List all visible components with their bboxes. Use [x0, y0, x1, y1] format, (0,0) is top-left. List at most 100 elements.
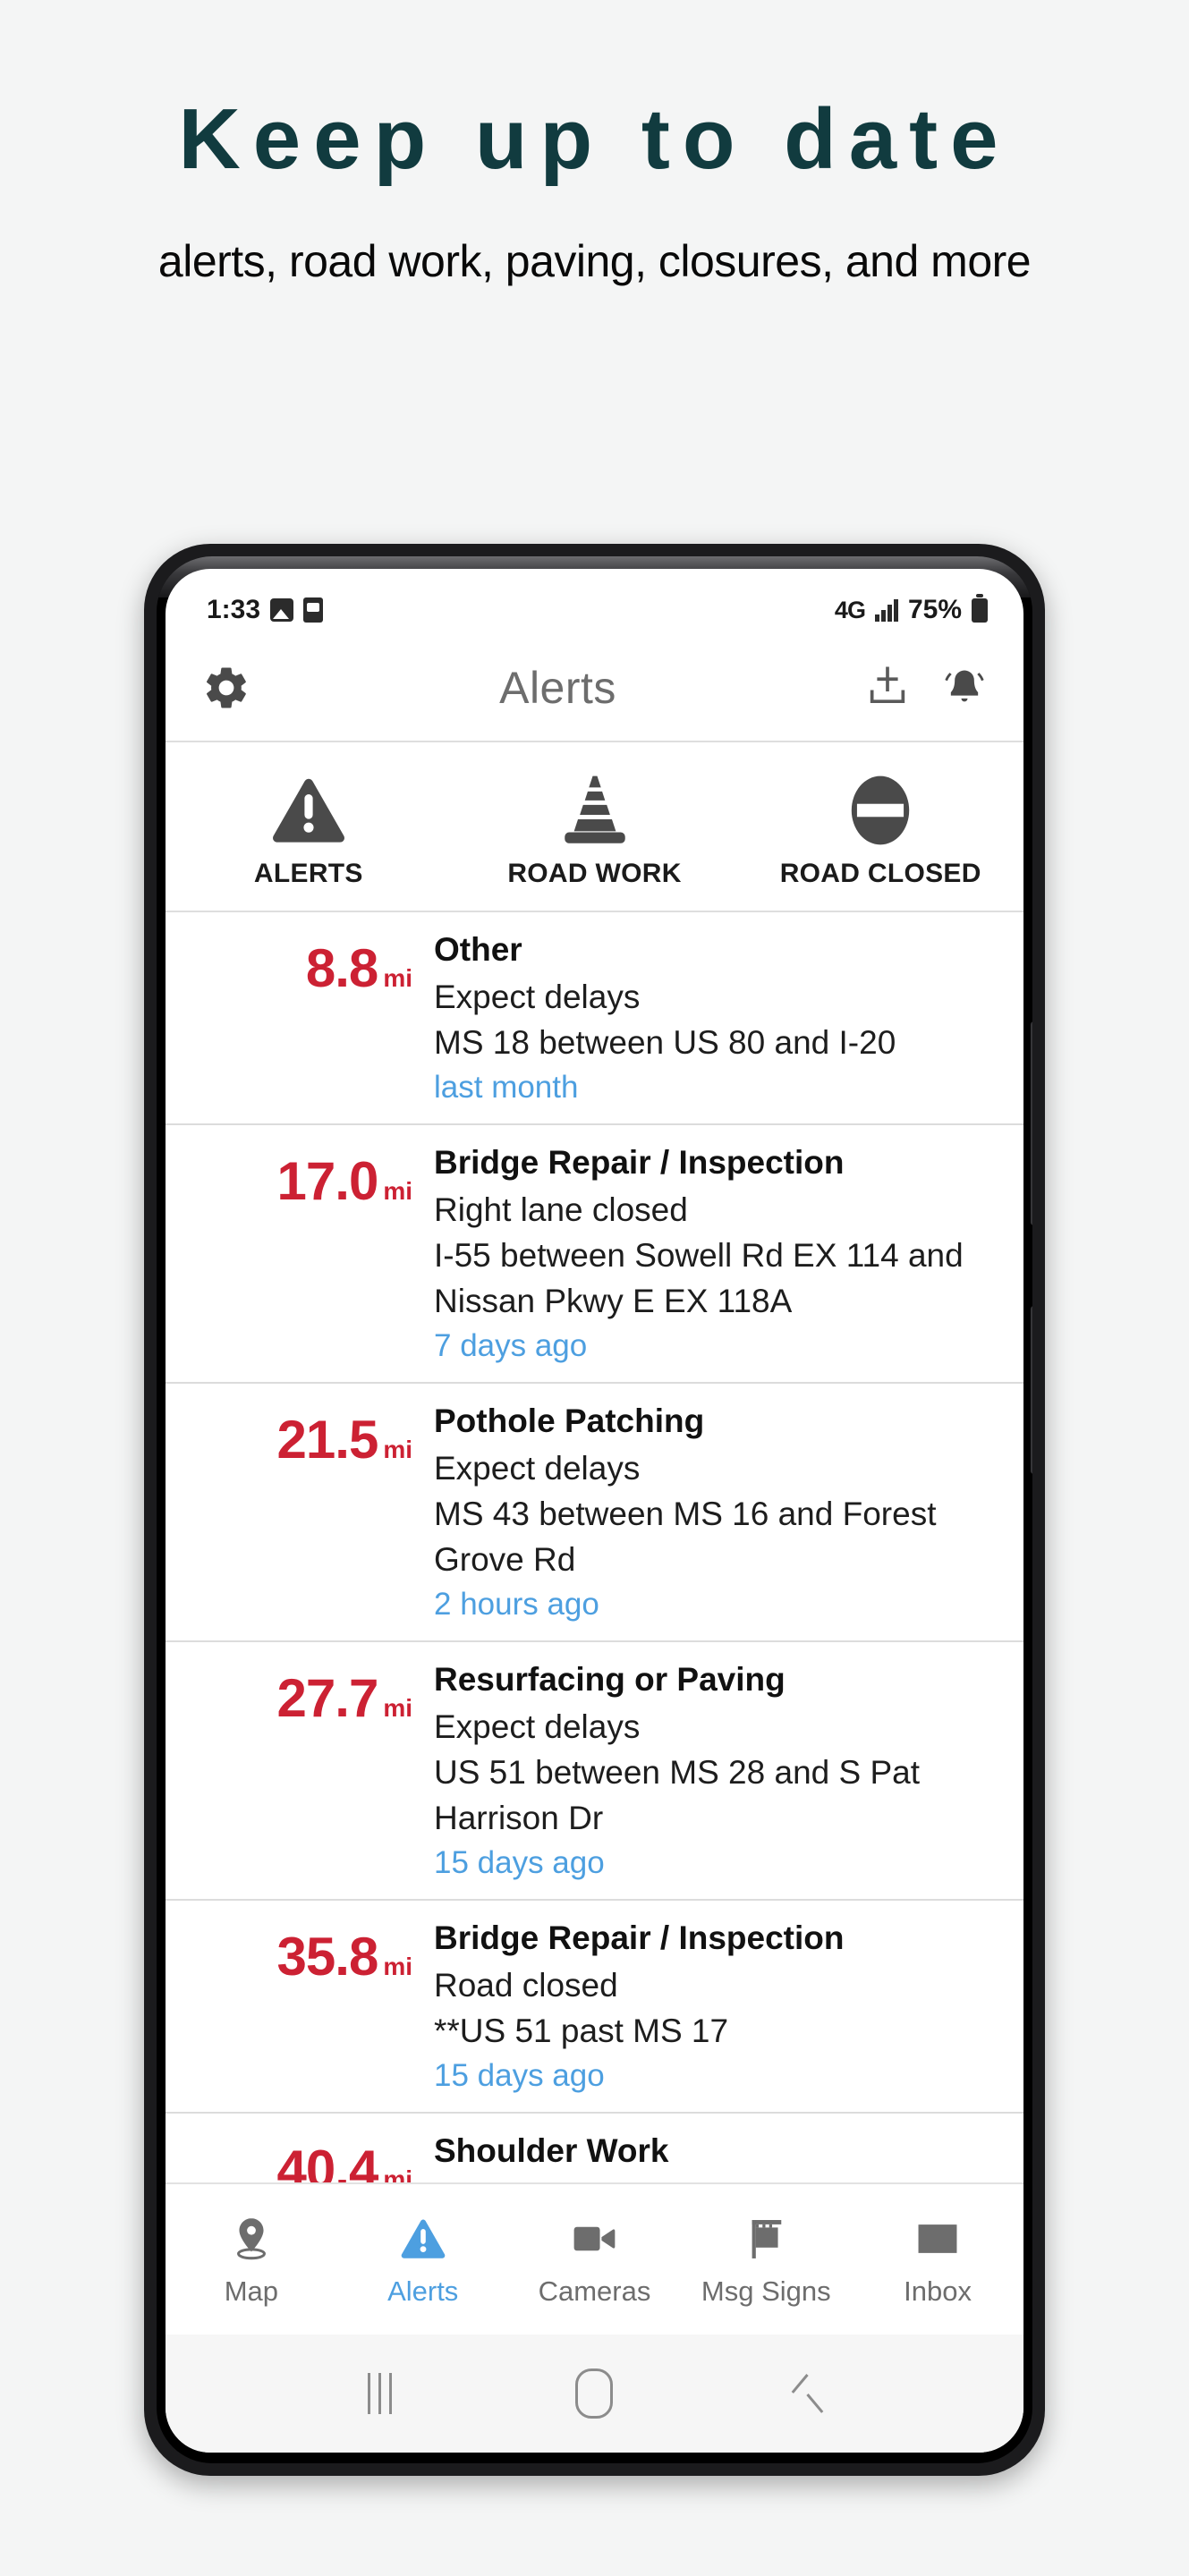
alert-list-item[interactable]: 8.8 mi Other Expect delays MS 18 between …	[166, 912, 1023, 1125]
phone-bezel: 1:33 4G 75% Alerts ALERTS ROAD WORK ROAD…	[157, 556, 1032, 2463]
alert-distance-value: 8.8	[305, 938, 378, 998]
alert-distance-value: 21.5	[276, 1409, 379, 1470]
page-title: Alerts	[499, 663, 616, 713]
warning-triangle-icon	[398, 2211, 448, 2267]
alert-distance-value: 35.8	[276, 1926, 379, 1987]
alert-list-item[interactable]: 40.4mi Shoulder Work Left lane closed I-…	[166, 2114, 1023, 2182]
nav-item-label: Alerts	[387, 2275, 459, 2307]
app-store-promo-screenshot: Keep up to date alerts, road work, pavin…	[0, 0, 1189, 2576]
alert-distance-unit: mi	[383, 1176, 412, 1205]
alert-type: Bridge Repair / Inspection	[434, 1919, 845, 1956]
alert-distance: 21.5 mi	[189, 1400, 429, 1626]
app-bar: Alerts	[166, 635, 1023, 742]
alert-status: Expect delays	[434, 1449, 641, 1487]
status-bar-time: 1:33	[207, 595, 261, 624]
category-tab-label: ROAD WORK	[507, 859, 682, 888]
nav-item-cameras[interactable]: Cameras	[509, 2211, 681, 2308]
alert-location: MS 43 between MS 16 and Forest Grove Rd	[434, 1495, 937, 1578]
alert-distance-unit: mi	[383, 964, 412, 992]
home-button[interactable]	[540, 2362, 648, 2425]
nav-item-label: Cameras	[538, 2275, 651, 2307]
alert-distance-unit: mi	[383, 2165, 412, 2182]
alert-timestamp: 2 hours ago	[434, 1586, 599, 1622]
alert-distance-unit: mi	[383, 1435, 412, 1463]
alert-distance: 40.4 mi	[189, 2130, 429, 2182]
alert-info: Bridge Repair / Inspection Right lane cl…	[434, 1141, 1000, 1368]
status-bar: 1:33 4G 75%	[166, 569, 1023, 635]
back-button[interactable]	[755, 2362, 862, 2425]
alert-list-item[interactable]: 35.8 mi Bridge Repair / Inspection Road c…	[166, 1901, 1023, 2114]
alert-list-item[interactable]: 21.5 mi Pothole Patching Expect delays MS…	[166, 1384, 1023, 1642]
battery-icon	[972, 593, 988, 623]
envelope-icon	[913, 2211, 963, 2267]
nav-item-label: Map	[224, 2275, 279, 2307]
alert-type: Shoulder Work	[434, 2131, 669, 2169]
nav-item-map[interactable]: Map	[166, 2211, 337, 2308]
alert-list-item[interactable]: 27.7 mi Resurfacing or Paving Expect dela…	[166, 1642, 1023, 1901]
alert-list-item[interactable]: 17.0 mi Bridge Repair / Inspection Right …	[166, 1125, 1023, 1384]
volume-button[interactable]	[1031, 1021, 1032, 1225]
category-tab-label: ROAD CLOSED	[779, 859, 981, 888]
message-sign-icon	[741, 2211, 791, 2267]
alert-distance-unit: mi	[383, 1693, 412, 1722]
battery-percent-label: 75%	[907, 595, 962, 624]
power-button[interactable]	[1031, 1306, 1032, 1474]
alert-type: Pothole Patching	[434, 1402, 705, 1439]
nav-item-msg-signs[interactable]: Msg Signs	[680, 2211, 852, 2308]
alert-distance-value: 17.0	[276, 1150, 379, 1211]
recents-button[interactable]	[327, 2362, 434, 2425]
alert-distance: 8.8 mi	[189, 928, 429, 1109]
bottom-navigation: Map Alerts Cameras Msg Signs Inbox	[166, 2182, 1023, 2334]
photo-icon	[270, 598, 294, 622]
status-bar-right: 4G 75%	[835, 593, 988, 625]
recents-icon	[368, 2373, 393, 2414]
do-not-enter-icon	[839, 764, 921, 852]
signal-bars-icon	[874, 598, 898, 622]
category-tabs: ALERTS ROAD WORK ROAD CLOSED	[166, 742, 1023, 912]
category-tab-road-closed[interactable]: ROAD CLOSED	[737, 742, 1023, 911]
phone-device-frame: 1:33 4G 75% Alerts ALERTS ROAD WORK ROAD…	[144, 544, 1045, 2476]
category-tab-label: ALERTS	[253, 859, 363, 888]
alert-type: Other	[434, 931, 522, 968]
android-navigation-bar	[166, 2334, 1023, 2453]
alert-timestamp: 7 days ago	[434, 1327, 588, 1363]
alert-distance-unit: mi	[383, 1952, 412, 1980]
home-icon	[575, 2368, 614, 2419]
add-to-tray-icon[interactable]	[864, 665, 911, 711]
nav-item-inbox[interactable]: Inbox	[852, 2211, 1023, 2308]
nav-item-alerts[interactable]: Alerts	[337, 2211, 509, 2308]
alert-info: Resurfacing or Paving Expect delays US 5…	[434, 1658, 1000, 1885]
category-tab-road-work[interactable]: ROAD WORK	[452, 742, 738, 911]
alert-type: Bridge Repair / Inspection	[434, 1143, 845, 1181]
alert-distance: 17.0 mi	[189, 1141, 429, 1368]
promo-subtitle: alerts, road work, paving, closures, and…	[157, 236, 1032, 286]
alert-status: Left lane closed	[434, 2175, 993, 2182]
promo-header: Keep up to date alerts, road work, pavin…	[0, 0, 1189, 290]
video-camera-icon	[569, 2211, 619, 2267]
map-pin-icon	[226, 2211, 276, 2267]
alert-status: Road closed	[434, 1966, 618, 2004]
phone-screen: 1:33 4G 75% Alerts ALERTS ROAD WORK ROAD…	[166, 569, 1023, 2453]
nav-item-label: Inbox	[904, 2275, 972, 2307]
app-bar-actions	[864, 665, 988, 711]
alert-timestamp: last month	[434, 1069, 579, 1105]
alert-info: Bridge Repair / Inspection Road closed *…	[434, 1917, 1000, 2097]
app-icon	[303, 597, 324, 623]
alert-distance: 35.8 mi	[189, 1917, 429, 2097]
alert-list[interactable]: 8.8 mi Other Expect delays MS 18 between …	[166, 912, 1023, 2182]
alert-status: Expect delays	[434, 978, 641, 1015]
warning-triangle-icon	[268, 764, 350, 852]
alert-location: I-55 between Sowell Rd EX 114 and Nissan…	[434, 1236, 964, 1319]
alert-status: Expect delays	[434, 1707, 641, 1745]
category-tab-alerts[interactable]: ALERTS	[166, 742, 452, 911]
alert-location: US 51 between MS 28 and S Pat Harrison D…	[434, 1753, 921, 1836]
gear-icon[interactable]	[201, 663, 251, 713]
alert-distance: 27.7 mi	[189, 1658, 429, 1885]
alert-timestamp: 15 days ago	[434, 2057, 605, 2093]
back-chevron-icon	[797, 2373, 820, 2414]
alert-info: Other Expect delays MS 18 between US 80 …	[434, 928, 1000, 1109]
traffic-cone-icon	[554, 764, 636, 852]
alert-info: Shoulder Work Left lane closed I-20 past…	[434, 2130, 1000, 2182]
alert-info: Pothole Patching Expect delays MS 43 bet…	[434, 1400, 1000, 1626]
bell-icon[interactable]	[941, 665, 988, 711]
